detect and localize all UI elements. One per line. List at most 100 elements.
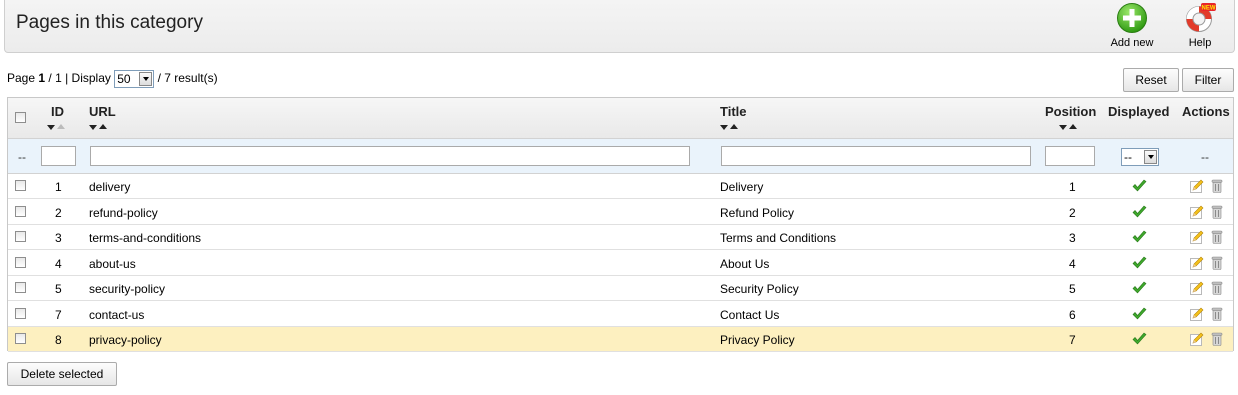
filter-displayed-select[interactable]: -- bbox=[1121, 148, 1159, 166]
row-checkbox[interactable] bbox=[15, 180, 26, 191]
sort-title bbox=[720, 124, 740, 131]
table-row: 2 refund-policy Refund Policy 2 bbox=[8, 200, 1233, 225]
checkmark-icon[interactable] bbox=[1132, 205, 1147, 219]
pencil-icon[interactable] bbox=[1190, 256, 1204, 270]
pencil-icon[interactable] bbox=[1190, 332, 1204, 346]
checkmark-icon[interactable] bbox=[1132, 179, 1147, 193]
checkmark-icon[interactable] bbox=[1132, 307, 1147, 321]
cell-title: Terms and Conditions bbox=[720, 231, 837, 245]
table-row: 7 contact-us Contact Us 6 bbox=[8, 302, 1233, 327]
add-new-label: Add new bbox=[1110, 37, 1154, 49]
plus-circle-icon bbox=[1117, 3, 1147, 33]
trash-icon[interactable] bbox=[1211, 205, 1223, 219]
pencil-icon[interactable] bbox=[1190, 230, 1204, 244]
header-id: ID bbox=[51, 104, 64, 119]
page-title: Pages in this category bbox=[16, 12, 203, 33]
trash-icon[interactable] bbox=[1211, 281, 1223, 295]
sort-asc-icon[interactable] bbox=[1069, 124, 1077, 129]
table-row: 8 privacy-policy Privacy Policy 7 bbox=[8, 327, 1233, 352]
cell-id: 1 bbox=[55, 180, 62, 194]
add-new-button[interactable]: Add new bbox=[1102, 2, 1162, 49]
trash-icon[interactable] bbox=[1211, 307, 1223, 321]
filter-id-input[interactable] bbox=[41, 146, 76, 166]
table-header: ID URL Title Position Displayed Actions bbox=[8, 98, 1233, 139]
pencil-icon[interactable] bbox=[1190, 307, 1204, 321]
table-row: 3 terms-and-conditions Terms and Condition… bbox=[8, 225, 1233, 250]
trash-icon[interactable] bbox=[1211, 230, 1223, 244]
cell-title: Delivery bbox=[720, 180, 764, 194]
filter-button[interactable]: Filter bbox=[1182, 68, 1234, 92]
sort-position bbox=[1059, 124, 1079, 131]
display-label: | Display bbox=[65, 71, 111, 86]
cell-position: 5 bbox=[1069, 282, 1076, 296]
pages-table: ID URL Title Position Displayed Actions … bbox=[7, 97, 1234, 352]
filter-checkbox-placeholder: -- bbox=[18, 150, 26, 164]
sort-asc-icon[interactable] bbox=[99, 124, 107, 129]
pagination-info: Page 1 / 1 | Display 50 / 7 result(s) bbox=[7, 70, 218, 88]
sort-desc-icon[interactable] bbox=[47, 125, 55, 130]
help-button[interactable]: NEW Help bbox=[1170, 2, 1230, 49]
pencil-icon[interactable] bbox=[1190, 179, 1204, 193]
trash-icon[interactable] bbox=[1211, 332, 1223, 346]
cell-position: 4 bbox=[1069, 256, 1076, 271]
cell-position: 1 bbox=[1069, 180, 1076, 194]
sort-asc-icon[interactable] bbox=[57, 124, 65, 129]
sort-asc-icon[interactable] bbox=[730, 124, 738, 129]
trash-icon[interactable] bbox=[1211, 256, 1223, 270]
cell-title: Privacy Policy bbox=[720, 333, 795, 347]
filter-url-input[interactable] bbox=[90, 146, 690, 166]
checkmark-icon[interactable] bbox=[1132, 281, 1147, 295]
row-checkbox[interactable] bbox=[15, 307, 26, 319]
header-displayed: Displayed bbox=[1108, 104, 1170, 119]
per-page-value: 50 bbox=[117, 72, 131, 86]
per-page-select[interactable]: 50 bbox=[114, 70, 155, 88]
cell-id: 7 bbox=[55, 307, 62, 322]
page-label: Page bbox=[7, 71, 36, 86]
row-checkbox[interactable] bbox=[15, 205, 26, 217]
results-count: / 7 result(s) bbox=[157, 71, 218, 86]
header-position: Position bbox=[1045, 104, 1097, 119]
cell-position: 7 bbox=[1069, 333, 1076, 347]
select-all-checkbox[interactable] bbox=[15, 112, 26, 123]
header-actions: Actions bbox=[1182, 104, 1230, 119]
header-url: URL bbox=[89, 104, 116, 119]
cell-position: 6 bbox=[1069, 307, 1076, 322]
cell-url: about-us bbox=[89, 256, 136, 271]
current-page: 1 bbox=[38, 71, 46, 86]
sort-desc-icon[interactable] bbox=[89, 125, 97, 130]
cell-url: contact-us bbox=[89, 307, 145, 322]
cell-id: 8 bbox=[55, 333, 62, 347]
cell-url: delivery bbox=[89, 180, 131, 194]
row-checkbox[interactable] bbox=[15, 282, 26, 293]
cell-id: 4 bbox=[55, 256, 62, 271]
table-row: 1 delivery Delivery 1 bbox=[8, 174, 1233, 199]
filter-actions-placeholder: -- bbox=[1201, 150, 1209, 164]
delete-selected-button[interactable]: Delete selected bbox=[7, 362, 117, 386]
checkmark-icon[interactable] bbox=[1132, 332, 1147, 346]
checkmark-icon[interactable] bbox=[1132, 256, 1147, 270]
trash-icon[interactable] bbox=[1211, 179, 1223, 193]
chevron-down-icon[interactable] bbox=[139, 72, 153, 86]
total-pages: / 1 bbox=[48, 71, 62, 86]
pencil-icon[interactable] bbox=[1190, 205, 1204, 219]
reset-button[interactable]: Reset bbox=[1123, 68, 1179, 92]
sort-desc-icon[interactable] bbox=[1059, 125, 1067, 130]
cell-position: 2 bbox=[1069, 205, 1076, 220]
table-row: 4 about-us About Us 4 bbox=[8, 251, 1233, 276]
cell-id: 2 bbox=[55, 205, 62, 220]
table-row: 5 security-policy Security Policy 5 bbox=[8, 276, 1233, 301]
help-new-badge: NEW bbox=[1202, 6, 1216, 12]
chevron-down-icon[interactable] bbox=[1144, 150, 1157, 164]
pencil-icon[interactable] bbox=[1190, 281, 1204, 295]
header-title: Title bbox=[720, 104, 747, 119]
sort-id bbox=[47, 124, 67, 131]
sort-desc-icon[interactable] bbox=[720, 125, 728, 130]
cell-id: 3 bbox=[55, 231, 62, 245]
row-checkbox[interactable] bbox=[15, 333, 26, 344]
row-checkbox[interactable] bbox=[15, 256, 26, 268]
checkmark-icon[interactable] bbox=[1132, 230, 1147, 244]
filter-title-input[interactable] bbox=[721, 146, 1031, 166]
filter-position-input[interactable] bbox=[1045, 146, 1095, 166]
row-checkbox[interactable] bbox=[15, 231, 26, 242]
lifebuoy-icon: NEW bbox=[1186, 3, 1216, 32]
